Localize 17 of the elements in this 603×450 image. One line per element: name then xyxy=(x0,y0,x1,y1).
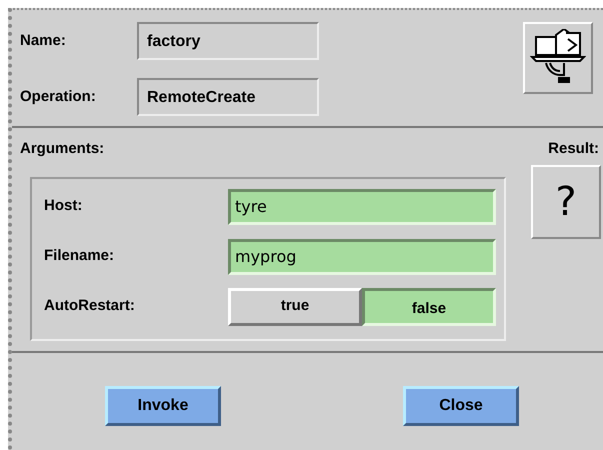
toggle-option[interactable]: true xyxy=(228,288,362,326)
input-field[interactable]: tyre xyxy=(228,188,496,224)
argument-label: AutoRestart: xyxy=(43,296,136,316)
toggle-option[interactable]: false xyxy=(362,288,496,326)
field-label: Operation: xyxy=(20,86,97,107)
result-label: Result: xyxy=(548,139,599,159)
readonly-field: factory xyxy=(137,22,319,60)
argument-label: Host: xyxy=(43,196,84,216)
arguments-label: Arguments: xyxy=(20,139,104,159)
readonly-field: RemoteCreate xyxy=(137,78,319,116)
result-indicator: ? xyxy=(531,164,601,238)
operation-icon-button[interactable] xyxy=(523,22,593,94)
input-field[interactable]: myprog xyxy=(228,238,496,274)
field-label: Name: xyxy=(20,30,67,51)
dialog-button[interactable]: Invoke xyxy=(105,386,221,426)
argument-label: Filename: xyxy=(43,246,116,266)
dialog-button[interactable]: Close xyxy=(403,386,519,426)
